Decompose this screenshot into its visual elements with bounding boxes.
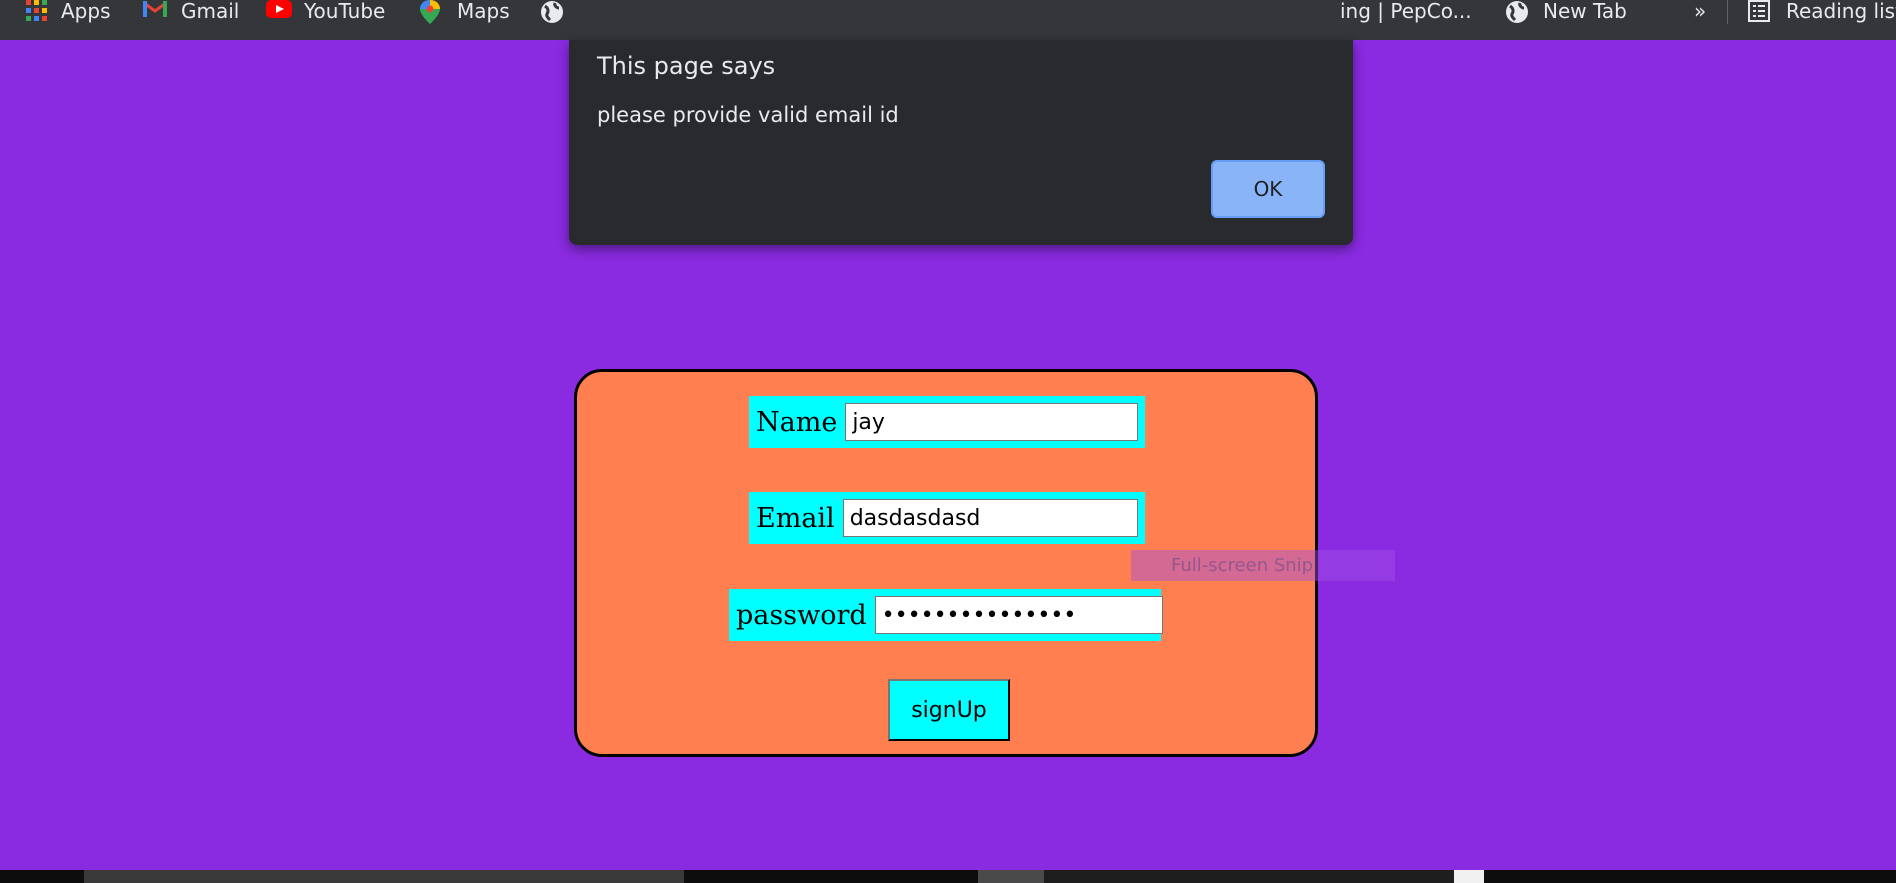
dialog-title: This page says — [597, 52, 776, 80]
password-label: password — [736, 599, 867, 631]
bookmark-label: Gmail — [181, 0, 240, 23]
chevron-more-icon: » — [1694, 0, 1707, 23]
bookmark-gmail[interactable]: Gmail — [143, 0, 240, 23]
bookmark-youtube[interactable]: YouTube — [266, 0, 386, 23]
youtube-icon — [266, 0, 292, 22]
signup-button[interactable]: signUp — [888, 679, 1010, 741]
page-content: This page says please provide valid emai… — [0, 40, 1896, 870]
taskbar-segment — [84, 870, 684, 883]
taskbar-segment — [1454, 870, 1484, 883]
divider — [1727, 0, 1728, 24]
bookmark-globe-partial[interactable] — [540, 0, 578, 23]
reading-list-button[interactable]: Reading list — [1748, 0, 1896, 23]
taskbar-segment — [978, 870, 1044, 883]
dialog-message: please provide valid email id — [597, 103, 899, 127]
bookmark-label: ing | PepCo... — [1340, 0, 1472, 23]
snip-overlay: Full-screen Snip — [1131, 550, 1395, 581]
name-label: Name — [756, 406, 838, 438]
email-field-row: Email — [749, 492, 1145, 544]
bookmark-label: Apps — [61, 0, 111, 23]
bookmark-pepcoding[interactable]: ing | PepCo... — [1340, 0, 1472, 23]
taskbar — [0, 870, 1896, 883]
gmail-icon — [143, 0, 167, 22]
bookmark-label: Reading list — [1786, 0, 1896, 23]
bookmark-label: Maps — [457, 0, 510, 23]
email-label: Email — [756, 502, 835, 534]
apps-icon — [26, 0, 47, 21]
bookmark-apps[interactable]: Apps — [26, 0, 111, 23]
maps-icon — [419, 0, 443, 24]
password-input[interactable] — [874, 596, 1163, 634]
bookmark-label: New Tab — [1543, 0, 1627, 23]
bookmark-maps[interactable]: Maps — [419, 0, 510, 24]
ok-button[interactable]: OK — [1211, 160, 1325, 218]
bookmark-new-tab[interactable]: New Tab — [1505, 0, 1627, 23]
more-bookmarks-button[interactable]: » — [1694, 0, 1707, 23]
password-field-row: password — [729, 589, 1163, 641]
reading-list-icon — [1748, 0, 1772, 22]
taskbar-segment — [1044, 870, 1454, 883]
name-field-row: Name — [749, 396, 1145, 448]
bookmark-label: YouTube — [304, 0, 386, 23]
bookmarks-bar: Apps Gmail YouTube Maps ing | PepCo... N… — [0, 0, 1896, 40]
name-input[interactable] — [845, 403, 1138, 441]
email-input[interactable] — [842, 499, 1138, 537]
globe-icon — [540, 0, 564, 23]
globe-icon — [1505, 0, 1529, 23]
alert-dialog: This page says please provide valid emai… — [569, 40, 1353, 245]
